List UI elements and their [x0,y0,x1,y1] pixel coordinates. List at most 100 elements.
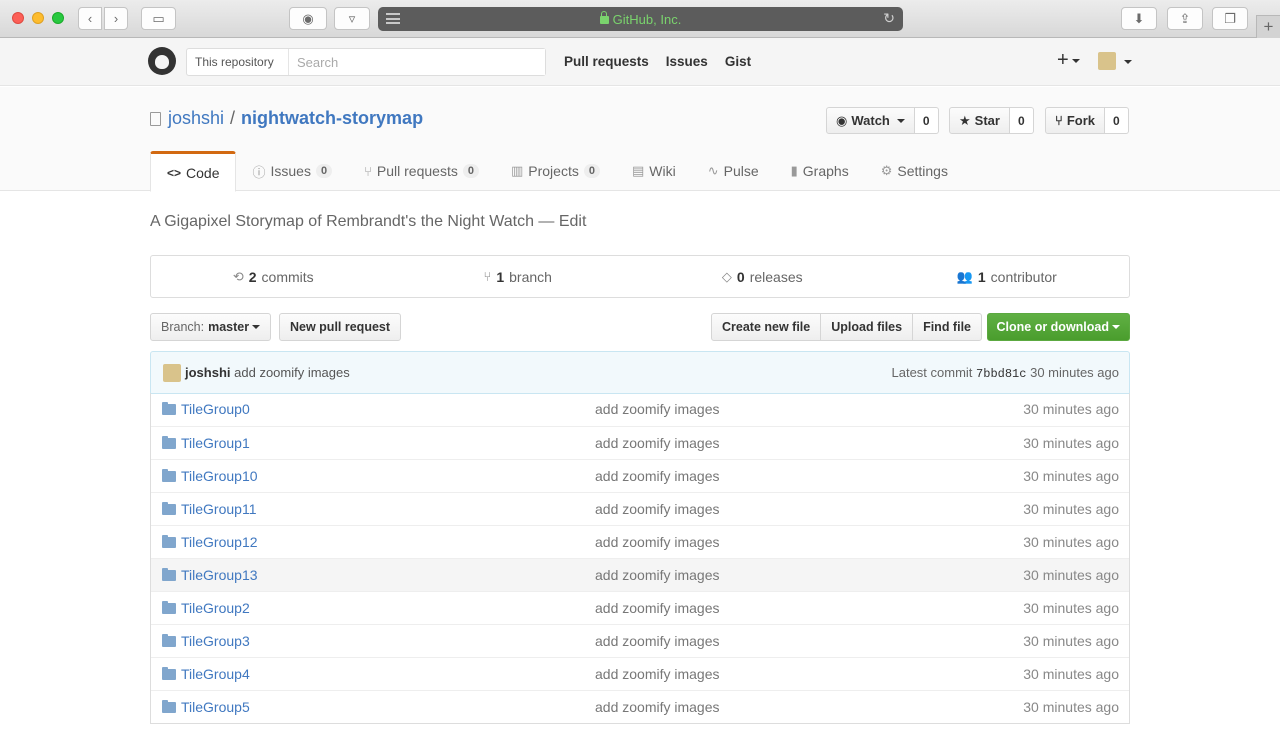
table-row: TileGroup13 add zoomify images 30 minute… [151,558,1129,591]
file-name-link[interactable]: TileGroup13 [181,567,258,583]
commit-sha-link[interactable]: 7bbd81c [976,367,1026,381]
search-input[interactable] [289,49,545,75]
branch-name: master [208,320,250,334]
zoom-window-button[interactable] [52,12,64,24]
file-name-link[interactable]: TileGroup1 [181,435,250,451]
tab-label: Settings [897,163,948,179]
file-age: 30 minutes ago [1023,633,1119,649]
tab-pulse[interactable]: ∿ Pulse [692,151,775,191]
file-name-link[interactable]: TileGroup12 [181,534,258,550]
commits-link[interactable]: ⟲ 2 commits [151,256,396,297]
reader-icon[interactable] [386,13,400,24]
tab-wiki[interactable]: ▤ Wiki [616,151,692,191]
github-logo-icon[interactable] [148,47,176,75]
fork-count[interactable]: 0 [1104,107,1129,134]
site-header: This repository Pull requests Issues Gis… [0,38,1280,86]
new-pull-request-button[interactable]: New pull request [279,313,402,341]
back-button[interactable]: ‹ [78,7,102,30]
latest-commit-bar: joshshi add zoomify images Latest commit… [150,351,1130,394]
tab-label: Pulse [723,163,759,179]
fork-button[interactable]: ⑂ Fork [1045,107,1105,134]
tab-settings[interactable]: ⚙ Settings [865,151,964,191]
tab-projects[interactable]: ▥ Projects 0 [495,151,616,191]
tab-label: Code [186,164,220,181]
pocket-button[interactable]: ▿ [334,7,370,30]
star-count[interactable]: 0 [1009,107,1034,134]
file-age: 30 minutes ago [1023,666,1119,682]
reload-icon[interactable]: ↻ [883,10,895,27]
file-name-link[interactable]: TileGroup5 [181,699,250,715]
sidebar-button[interactable]: ▭ [141,7,176,30]
tab-label: Wiki [649,163,676,179]
forward-button[interactable]: › [104,7,128,30]
file-name-link[interactable]: TileGroup10 [181,468,258,484]
commit-meta: Latest commit 7bbd81c 30 minutes ago [892,365,1120,381]
file-commit-message[interactable]: add zoomify images [595,401,720,417]
file-commit-message[interactable]: add zoomify images [595,468,720,484]
repo-description: A Gigapixel Storymap of Rembrandt's the … [150,213,587,230]
file-list: TileGroup0 add zoomify images 30 minutes… [150,393,1130,724]
caret-down-icon[interactable] [1124,60,1132,64]
gear-icon: ⚙ [880,163,893,178]
downloads-button[interactable]: ⬇ [1121,7,1157,30]
browser-toolbar: ‹ › ▭ ◉ ▿ GitHub, Inc. ↻ ⬇ ⇪ ❐ + [0,0,1280,38]
avatar[interactable] [163,364,181,382]
star-button[interactable]: ★ Star [949,107,1010,134]
project-icon: ▥ [510,163,524,178]
create-new-file-button[interactable]: Create new file [711,313,822,341]
tab-code[interactable]: <> Code [150,151,237,192]
tab-graphs[interactable]: ▮ Graphs [775,151,865,191]
tab-issues[interactable]: ⓘ Issues 0 [236,151,348,191]
branch-prefix: Branch: [161,320,205,334]
address-bar[interactable]: GitHub, Inc. ↻ [378,7,903,31]
new-tab-button[interactable]: + [1256,15,1280,38]
file-name-link[interactable]: TileGroup3 [181,633,250,649]
folder-icon [162,535,176,548]
privacy-button[interactable]: ◉ [289,7,327,30]
file-commit-message[interactable]: add zoomify images [595,633,720,649]
sidebar-icon: ▭ [152,10,165,26]
file-commit-message[interactable]: add zoomify images [595,600,720,616]
branch-select-button[interactable]: Branch: master [150,313,272,341]
file-commit-message[interactable]: add zoomify images [595,699,720,715]
upload-files-button[interactable]: Upload files [820,313,914,341]
find-file-button[interactable]: Find file [912,313,982,341]
close-window-button[interactable] [12,12,24,24]
commit-message-link[interactable]: add zoomify images [234,365,350,380]
repo-owner-link[interactable]: joshshi [168,108,224,129]
file-name-link[interactable]: TileGroup4 [181,666,250,682]
file-name-link[interactable]: TileGroup0 [181,401,250,417]
table-row: TileGroup10 add zoomify images 30 minute… [151,459,1129,492]
branch-count: 1 [496,268,505,285]
address-text: GitHub, Inc. [612,11,682,27]
fork-group: ⑂ Fork 0 [1045,107,1129,134]
avatar[interactable] [1098,52,1116,70]
file-commit-message[interactable]: add zoomify images [595,666,720,682]
commit-author-link[interactable]: joshshi [185,365,231,380]
contributors-link[interactable]: 👥 1 contributor [885,256,1130,297]
caret-down-icon [252,325,261,329]
branches-link[interactable]: ⑂ 1 branch [396,256,641,297]
file-commit-message[interactable]: add zoomify images [595,501,720,517]
file-name-link[interactable]: TileGroup2 [181,600,250,616]
create-new-dropdown[interactable]: + [1057,49,1080,72]
releases-link[interactable]: ◇ 0 releases [640,256,885,297]
watch-count[interactable]: 0 [914,107,939,134]
minimize-window-button[interactable] [32,12,44,24]
file-commit-message[interactable]: add zoomify images [595,435,720,451]
share-icon: ⇪ [1179,10,1191,26]
share-button[interactable]: ⇪ [1167,7,1203,30]
file-name-link[interactable]: TileGroup11 [181,501,256,517]
repo-name-link[interactable]: nightwatch-storymap [241,108,423,129]
nav-pull-requests[interactable]: Pull requests [564,54,649,69]
file-commit-message[interactable]: add zoomify images [595,534,720,550]
watch-button[interactable]: ◉ Watch [826,107,915,134]
tab-pull-requests[interactable]: ⑂ Pull requests 0 [348,151,495,191]
nav-gist[interactable]: Gist [725,54,751,69]
file-age: 30 minutes ago [1023,600,1119,616]
file-commit-message[interactable]: add zoomify images [595,567,720,583]
clone-download-button[interactable]: Clone or download [986,313,1130,341]
tabs-button[interactable]: ❐ [1212,7,1248,30]
table-row: TileGroup3 add zoomify images 30 minutes… [151,624,1129,657]
nav-issues[interactable]: Issues [666,54,708,69]
